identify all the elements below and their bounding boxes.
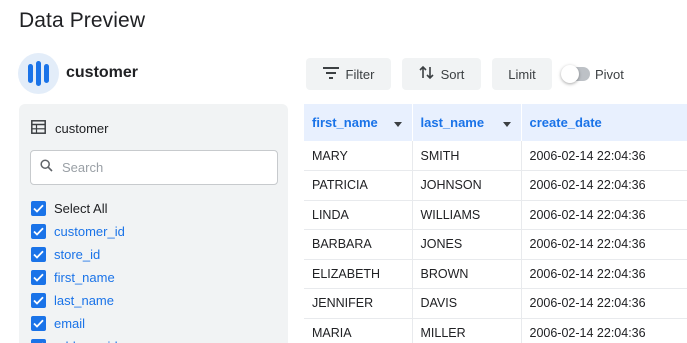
table-row[interactable]: PATRICIA JOHNSON 2006-02-14 22:04:36 (304, 170, 687, 201)
search-icon (40, 158, 53, 177)
column-item-label: email (54, 316, 86, 331)
table-cell: 2006-02-14 22:04:36 (521, 141, 687, 171)
table-cell: BROWN (412, 259, 522, 289)
caret-down-icon[interactable] (502, 115, 511, 130)
limit-label: Limit (508, 66, 536, 82)
table-icon (31, 120, 46, 137)
table-cell: MARY (304, 141, 413, 171)
column-item-last-name[interactable]: last_name (31, 289, 125, 312)
table-row[interactable]: BARBARA JONES 2006-02-14 22:04:36 (304, 229, 687, 260)
table-cell: JONES (412, 229, 522, 260)
table-cell: 2006-02-14 22:04:36 (521, 318, 687, 343)
table-cell: PATRICIA (304, 170, 413, 201)
table-cell: LINDA (304, 200, 413, 230)
select-all-label: Select All (54, 201, 108, 216)
table-row[interactable]: MARIA MILLER 2006-02-14 22:04:36 (304, 318, 687, 343)
panel-header: customer (31, 120, 108, 137)
caret-down-icon[interactable] (393, 115, 402, 130)
column-item-address-id[interactable]: address_id (31, 335, 125, 343)
column-item-label: first_name (54, 270, 115, 285)
pivot-control: Pivot (561, 64, 624, 84)
filter-icon (322, 66, 339, 82)
database-icon (18, 53, 59, 94)
column-item-label: store_id (54, 247, 101, 262)
data-table: first_name last_name create_date MARY SM… (304, 104, 687, 343)
column-header-create-date[interactable]: create_date (521, 104, 687, 141)
column-item-customer-id[interactable]: customer_id (31, 220, 125, 243)
table-row[interactable]: MARY SMITH 2006-02-14 22:04:36 (304, 141, 687, 171)
column-item-label: last_name (54, 293, 114, 308)
table-cell: MARIA (304, 318, 413, 343)
data-preview-screen: Data Preview customer Filter Sort Limit … (0, 0, 687, 343)
table-cell: 2006-02-14 22:04:36 (521, 288, 687, 319)
column-list: Select All customer_id store_id first_na… (31, 197, 125, 343)
table-cell: DAVIS (412, 288, 522, 319)
sort-icon (419, 65, 434, 83)
column-item-store-id[interactable]: store_id (31, 243, 125, 266)
column-item-email[interactable]: email (31, 312, 125, 335)
table-cell: ELIZABETH (304, 259, 413, 289)
filter-button[interactable]: Filter (306, 58, 391, 90)
checkbox-checked-icon (31, 316, 46, 331)
table-cell: 2006-02-14 22:04:36 (521, 229, 687, 260)
checkbox-checked-icon (31, 339, 46, 343)
table-cell: SMITH (412, 141, 522, 171)
pivot-label: Pivot (595, 66, 624, 82)
checkbox-checked-icon (31, 224, 46, 239)
checkbox-checked-icon (31, 201, 46, 216)
column-search (30, 150, 278, 185)
column-header-first-name[interactable]: first_name (304, 104, 413, 141)
select-all-checkbox[interactable]: Select All (31, 197, 125, 220)
table-row[interactable]: JENNIFER DAVIS 2006-02-14 22:04:36 (304, 288, 687, 319)
table-header-row: first_name last_name create_date (304, 104, 687, 141)
limit-button[interactable]: Limit (492, 58, 552, 90)
table-cell: JOHNSON (412, 170, 522, 201)
column-item-label: customer_id (54, 224, 125, 239)
column-item-label: address_id (54, 339, 118, 343)
columns-panel: customer Select All cu (19, 104, 288, 343)
table-cell: WILLIAMS (412, 200, 522, 230)
checkbox-checked-icon (31, 270, 46, 285)
table-row[interactable]: ELIZABETH BROWN 2006-02-14 22:04:36 (304, 259, 687, 289)
sort-label: Sort (440, 66, 465, 82)
table-cell: BARBARA (304, 229, 413, 260)
checkbox-checked-icon (31, 247, 46, 262)
column-item-first-name[interactable]: first_name (31, 266, 125, 289)
table-cell: MILLER (412, 318, 522, 343)
column-header-last-name[interactable]: last_name (412, 104, 522, 141)
table-cell: 2006-02-14 22:04:36 (521, 259, 687, 289)
sort-button[interactable]: Sort (402, 58, 481, 90)
page-title: Data Preview (19, 9, 146, 32)
table-row[interactable]: LINDA WILLIAMS 2006-02-14 22:04:36 (304, 200, 687, 230)
column-header-label: last_name (420, 115, 485, 130)
checkbox-checked-icon (31, 293, 46, 308)
table-cell: 2006-02-14 22:04:36 (521, 170, 687, 201)
dataset-name: customer (66, 64, 139, 81)
pivot-toggle-knob (561, 65, 579, 83)
filter-label: Filter (345, 66, 375, 82)
search-input[interactable] (62, 160, 252, 175)
table-cell: 2006-02-14 22:04:36 (521, 200, 687, 230)
table-cell: JENNIFER (304, 288, 413, 319)
column-header-label: first_name (312, 115, 378, 130)
panel-table-name: customer (55, 121, 109, 136)
column-header-label: create_date (529, 115, 602, 130)
pivot-toggle[interactable] (561, 65, 590, 83)
